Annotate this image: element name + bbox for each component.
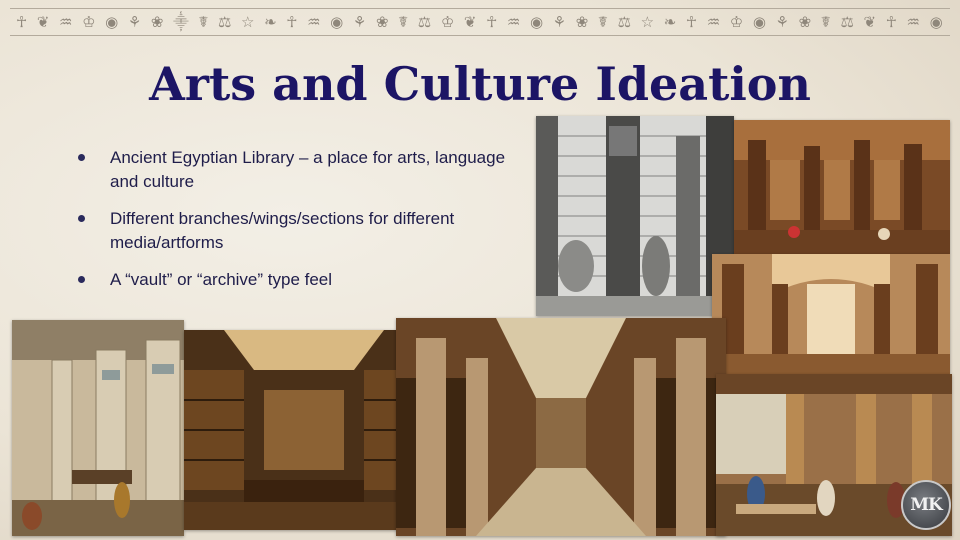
hieroglyph-icon: ☤	[820, 13, 832, 31]
hieroglyph-icon: ❦	[463, 13, 478, 31]
bullet-text: Ancient Egyptian Library – a place for a…	[110, 148, 506, 191]
bullet-item: Ancient Egyptian Library – a place for a…	[78, 146, 508, 194]
library-hallway-image	[396, 318, 726, 536]
bullet-list: Ancient Egyptian Library – a place for a…	[78, 146, 508, 305]
hieroglyph-icon: ☥	[16, 13, 29, 31]
bullet-icon	[78, 276, 85, 283]
hieroglyph-icon: ♔	[440, 13, 456, 31]
library-colonnade-image	[12, 320, 184, 536]
hieroglyph-icon: ⚘	[552, 13, 568, 31]
slide-background: ☥ ❦ ♒ ♔ ◉ ⚘ ❀ ⸎ ☤ ⚖ ☆ ❧ ☥ ♒ ◉ ⚘ ❀ ☤ ⚖ ♔ ❦ ☥ ♒ ◉ ⚘ ❀ ☤ ⚖ ☆ ❧ ☥ ♒ ♔ ◉ ⚘ ❀ ☤ ⚖ ❦ ☥…	[0, 0, 960, 540]
engraving-library-image	[536, 116, 734, 316]
bullet-item: Different branches/wings/sections for di…	[78, 207, 508, 255]
bullet-icon	[78, 154, 85, 161]
hieroglyph-icon: ❧	[663, 13, 678, 31]
hieroglyph-icon: ☤	[198, 13, 210, 31]
hieroglyph-icon: ♒	[307, 13, 322, 31]
hieroglyph-icon: ❦	[36, 13, 51, 31]
hieroglyph-icon: ⚘	[775, 13, 790, 31]
hieroglyph-icon: ⸎	[173, 13, 190, 31]
hieroglyph-icon: ☤	[398, 13, 410, 31]
hieroglyph-icon: ❧	[264, 13, 278, 31]
bullet-icon	[78, 215, 85, 222]
bullet-text: Different branches/wings/sections for di…	[110, 209, 455, 252]
hieroglyph-icon: ⚖	[840, 13, 855, 31]
hieroglyph-icon: ♒	[906, 13, 921, 31]
library-reading-room-image	[184, 330, 424, 530]
hieroglyph-icon: ❦	[863, 13, 878, 31]
hieroglyph-icon: ♒	[59, 13, 74, 31]
hieroglyph-icon: ☆	[241, 13, 256, 31]
hieroglyph-icon: ◉	[929, 13, 944, 31]
hieroglyph-icon: ◉	[752, 13, 767, 31]
library-hall-image-top-right	[734, 120, 950, 254]
hieroglyph-icon: ♒	[506, 13, 522, 31]
hieroglyph-icon: ☥	[486, 13, 499, 31]
bullet-text: A “vault” or “archive” type feel	[110, 270, 333, 289]
hieroglyph-icon: ◉	[105, 13, 120, 31]
hieroglyph-icon: ☥	[885, 13, 898, 31]
hieroglyph-border: ☥ ❦ ♒ ♔ ◉ ⚘ ❀ ⸎ ☤ ⚖ ☆ ❧ ☥ ♒ ◉ ⚘ ❀ ☤ ⚖ ♔ ❦ ☥ ♒ ◉ ⚘ ❀ ☤ ⚖ ☆ ❧ ☥ ♒ ♔ ◉ ⚘ ❀ ☤ ⚖ ❦ ☥…	[10, 8, 950, 36]
hieroglyph-icon: ♔	[82, 13, 97, 31]
hieroglyph-icon: ❀	[375, 13, 390, 31]
bullet-item: A “vault” or “archive” type feel	[78, 268, 508, 292]
hieroglyph-icon: ❀	[798, 13, 813, 31]
hieroglyph-icon: ⚘	[352, 13, 368, 31]
hieroglyph-icon: ⚘	[127, 13, 143, 31]
hieroglyph-icon: ◉	[529, 13, 545, 31]
hieroglyph-icon: ⚖	[617, 13, 633, 31]
hieroglyph-icon: ❀	[150, 13, 165, 31]
hieroglyph-icon: ☆	[640, 13, 656, 31]
hieroglyph-icon: ◉	[330, 13, 345, 31]
hieroglyph-icon: ⚖	[217, 13, 233, 31]
mk-logo: MK	[901, 480, 951, 530]
slide-title: Arts and Culture Ideation	[149, 57, 811, 111]
hieroglyph-icon: ⚖	[417, 13, 433, 31]
hieroglyph-icon: ☥	[286, 13, 299, 31]
hieroglyph-icon: ♔	[729, 13, 745, 31]
library-atrium-image	[712, 254, 950, 374]
hieroglyph-icon: ❀	[575, 13, 590, 31]
hieroglyph-icon: ♒	[706, 13, 722, 31]
hieroglyph-icon: ☥	[685, 13, 699, 31]
hieroglyph-icon: ☤	[597, 13, 609, 31]
